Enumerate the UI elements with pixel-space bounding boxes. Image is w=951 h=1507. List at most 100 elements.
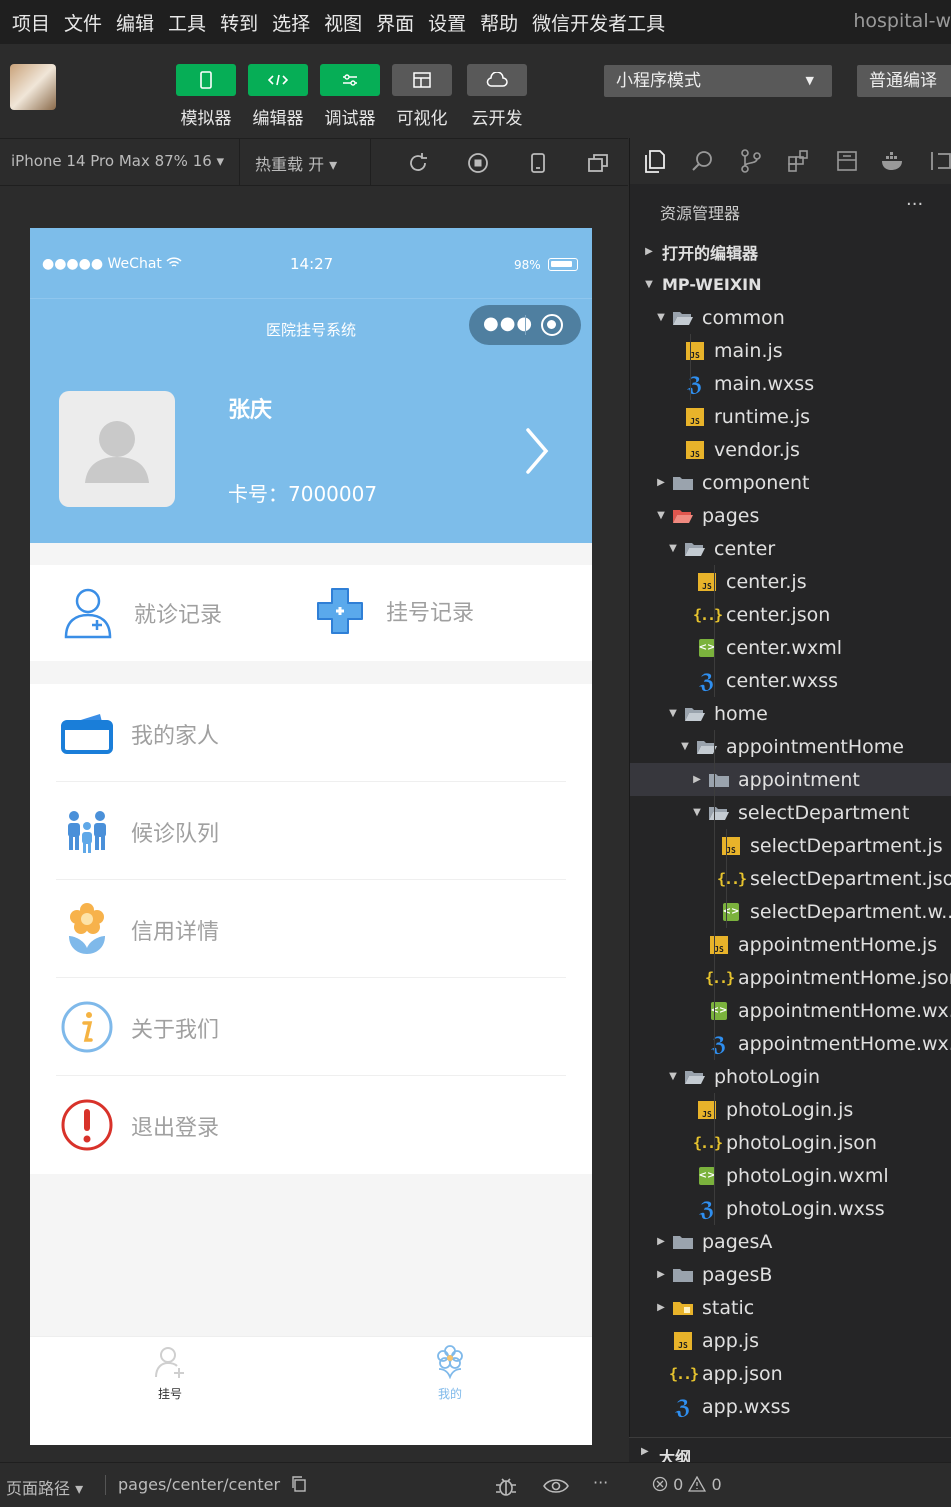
problems-counter[interactable]: 0 0 (652, 1475, 722, 1494)
menu-wechat-devtools[interactable]: 微信开发者工具 (532, 9, 665, 36)
tree-file[interactable]: JS selectDepartment.js (630, 829, 951, 862)
tree-file[interactable]: JS photoLogin.js (630, 1093, 951, 1126)
menu-project[interactable]: 项目 (12, 9, 50, 36)
tree-file[interactable]: <> photoLogin.wxml (630, 1159, 951, 1192)
tree-item-label: center.js (726, 570, 807, 593)
tree-folder[interactable]: ▼ home (630, 697, 951, 730)
list-item-credit[interactable]: 信用详情 (30, 880, 592, 978)
menu-tools[interactable]: 工具 (168, 9, 206, 36)
registration-records-button[interactable]: 挂号记录 (314, 585, 474, 637)
tab-mine[interactable]: 我的 (410, 1345, 490, 1402)
copy-icon[interactable] (291, 1476, 307, 1492)
compile-mode-button[interactable]: 普通编译 (857, 65, 951, 97)
tree-file[interactable]: <> appointmentHome.wx... (630, 994, 951, 1027)
tree-file[interactable]: JS appointmentHome.js (630, 928, 951, 961)
stop-icon[interactable] (466, 151, 490, 175)
more-icon[interactable]: ··· (593, 1473, 608, 1492)
extensions-icon[interactable] (786, 148, 812, 174)
tree-file[interactable]: {..} appointmentHome.json (630, 961, 951, 994)
files-icon[interactable] (642, 148, 668, 174)
split-icon[interactable] (928, 148, 951, 174)
close-capsule-icon[interactable] (541, 314, 563, 336)
menu-edit[interactable]: 编辑 (116, 9, 154, 36)
layout-icon[interactable] (392, 64, 452, 96)
tree-file[interactable]: <> selectDepartment.w... (630, 895, 951, 928)
tree-folder[interactable]: ▶ pagesB (630, 1258, 951, 1291)
tree-file[interactable]: ℨapp.wxss (630, 1390, 951, 1423)
simulator-tool[interactable]: 模拟器 (176, 64, 236, 129)
source-control-icon[interactable] (738, 148, 764, 174)
tree-folder[interactable]: ▶ static (630, 1291, 951, 1324)
menu-goto[interactable]: 转到 (220, 9, 258, 36)
chevron-right-icon[interactable] (522, 426, 552, 476)
tree-folder[interactable]: ▼ center (630, 532, 951, 565)
tree-file[interactable]: JS runtime.js (630, 400, 951, 433)
search-icon[interactable] (690, 148, 716, 174)
popout-icon[interactable] (586, 151, 610, 175)
menu-help[interactable]: 帮助 (480, 9, 518, 36)
list-item-logout[interactable]: 退出登录 (30, 1076, 592, 1174)
menu-file[interactable]: 文件 (64, 9, 102, 36)
tree-folder[interactable]: ▼ appointmentHome (630, 730, 951, 763)
tree-file[interactable]: ℨphotoLogin.wxss (630, 1192, 951, 1225)
visit-records-button[interactable]: 就诊记录 (62, 585, 222, 641)
tree-folder[interactable]: ▼ common (630, 301, 951, 334)
chevron-down-icon: ▼ (669, 1071, 677, 1082)
page-path-select[interactable]: 页面路径 ▾ (6, 1475, 83, 1499)
tree-file[interactable]: JS vendor.js (630, 433, 951, 466)
menu-view[interactable]: 视图 (324, 9, 362, 36)
menu-select[interactable]: 选择 (272, 9, 310, 36)
docker-icon[interactable] (880, 148, 906, 174)
tree-file[interactable]: ℨmain.wxss (630, 367, 951, 400)
tree-file[interactable]: {..} selectDepartment.json (630, 862, 951, 895)
menu-interface[interactable]: 界面 (376, 9, 414, 36)
tree-file[interactable]: {..} app.json (630, 1357, 951, 1390)
carrier-label: ●●●●● WeChat (42, 256, 182, 272)
menu-settings[interactable]: 设置 (428, 9, 466, 36)
storage-icon[interactable] (834, 148, 860, 174)
editor-label: 编辑器 (252, 109, 304, 129)
code-icon[interactable] (248, 64, 308, 96)
list-item-about[interactable]: 关于我们 (30, 978, 592, 1076)
tree-folder[interactable]: ▶ appointment (630, 763, 951, 796)
refresh-icon[interactable] (406, 151, 430, 175)
hot-reload-toggle[interactable]: 热重载 开 ▾ (255, 151, 337, 175)
visual-tool[interactable]: 可视化 (392, 64, 452, 129)
tree-file[interactable]: ℨappointmentHome.wx... (630, 1027, 951, 1060)
tree-file[interactable]: {..} center.json (630, 598, 951, 631)
tree-file[interactable]: JS center.js (630, 565, 951, 598)
tab-register[interactable]: 挂号 (130, 1345, 210, 1402)
tree-file[interactable]: JS app.js (630, 1324, 951, 1357)
tree-item-label: app.wxss (702, 1395, 791, 1418)
tree-file[interactable]: ℨcenter.wxss (630, 664, 951, 697)
tree-file[interactable]: <> center.wxml (630, 631, 951, 664)
tree-file[interactable]: {..} photoLogin.json (630, 1126, 951, 1159)
device-select[interactable]: iPhone 14 Pro Max 87% 16 ▾ (11, 152, 224, 170)
list-item-family[interactable]: 我的家人 (30, 684, 592, 782)
mode-select[interactable]: 小程序模式 ▼ (604, 65, 832, 97)
tree-section[interactable]: ▶ 打开的编辑器 (630, 235, 951, 268)
list-item-queue[interactable]: 候诊队列 (30, 782, 592, 880)
tree-folder[interactable]: ▼ photoLogin (630, 1060, 951, 1093)
tree-folder[interactable]: ▶ component (630, 466, 951, 499)
more-actions-icon[interactable]: ··· (906, 194, 923, 215)
tree-item-label: common (702, 306, 785, 329)
tree-folder[interactable]: ▶ pagesA (630, 1225, 951, 1258)
phone-icon[interactable] (526, 151, 550, 175)
capsule-menu[interactable]: ●●● (469, 305, 581, 345)
debugger-tool[interactable]: 调试器 (320, 64, 380, 129)
bug-icon[interactable] (494, 1475, 518, 1497)
tree-item-label: center.wxml (726, 636, 842, 659)
tree-file[interactable]: JS main.js (630, 334, 951, 367)
tree-section[interactable]: ▼ MP-WEIXIN (630, 268, 951, 301)
cloud-icon[interactable] (467, 64, 527, 96)
debug-icon[interactable] (320, 64, 380, 96)
phone-icon[interactable] (176, 64, 236, 96)
user-avatar[interactable] (10, 64, 56, 110)
profile-card[interactable]: 张庆 卡号：7000007 (30, 356, 592, 543)
tree-folder[interactable]: ▼ pages (630, 499, 951, 532)
editor-tool[interactable]: 编辑器 (248, 64, 308, 129)
tree-folder[interactable]: ▼ selectDepartment (630, 796, 951, 829)
cloud-tool[interactable]: 云开发 (467, 64, 527, 129)
eye-icon[interactable] (542, 1477, 570, 1495)
